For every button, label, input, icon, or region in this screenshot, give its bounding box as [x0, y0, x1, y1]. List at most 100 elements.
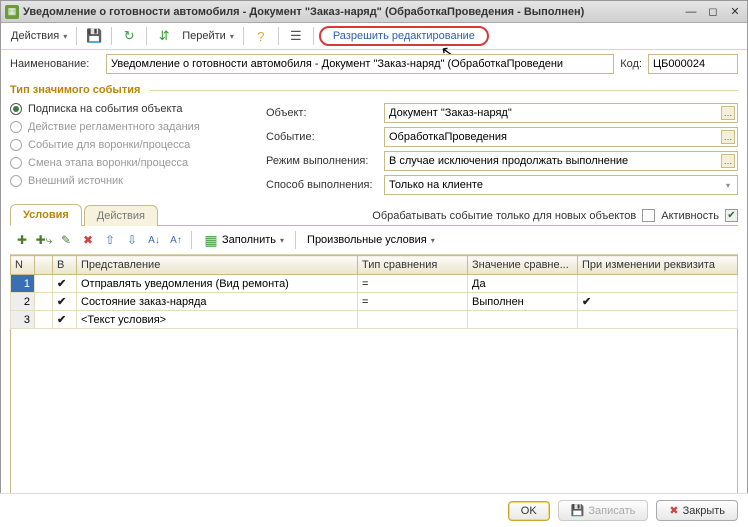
fill-menu[interactable]: ▦ Заполнить ▾ — [197, 230, 290, 250]
list-icon-button[interactable]: ☰ — [284, 26, 308, 46]
tab-actions[interactable]: Действия — [84, 205, 158, 226]
cell-cmp: = — [358, 293, 468, 311]
code-label: Код: — [620, 58, 642, 70]
object-select-button[interactable]: … — [721, 106, 735, 120]
actions-label: Действия — [11, 30, 59, 42]
toolbar: Действия ▾ 💾 ↻ ⇵ Перейти ▾ ? ☰ Разрешить… — [1, 23, 747, 50]
tab-label: Действия — [97, 210, 145, 222]
separator — [191, 231, 192, 249]
radio-label: Событие для воронки/процесса — [28, 139, 190, 151]
col-val[interactable]: Значение сравне... — [468, 256, 578, 275]
conditions-toolbar: ✚ ✚⤷ ✎ ✖ ⇧ ⇩ A↓ A↑ ▦ Заполнить ▾ Произво… — [10, 226, 738, 255]
radio-stage-change[interactable]: Смена этапа воронки/процесса — [10, 157, 262, 169]
allow-edit-button[interactable]: Разрешить редактирование ↖ — [319, 26, 489, 46]
refresh-icon-button[interactable]: ↻ — [117, 26, 141, 46]
cell-repr: Состояние заказ-наряда — [77, 293, 358, 311]
cell-onchange — [578, 275, 738, 293]
separator — [146, 27, 147, 45]
tab-conditions[interactable]: Условия — [10, 204, 82, 226]
edit-row-button[interactable]: ✎ — [56, 230, 76, 250]
code-field[interactable]: ЦБ000024 — [648, 54, 738, 74]
cell-blank — [35, 275, 53, 293]
cell-b: ✔ — [53, 275, 77, 293]
separator — [243, 27, 244, 45]
event-field[interactable]: ОбработкаПроведения … — [384, 127, 738, 147]
save-button[interactable]: 💾 Записать — [558, 500, 649, 521]
arbitrary-menu[interactable]: Произвольные условия ▾ — [301, 232, 441, 248]
cell-n: 1 — [11, 275, 35, 293]
cell-cmp — [358, 311, 468, 329]
close-window-button[interactable]: ✕ — [727, 5, 743, 19]
actions-menu[interactable]: Действия ▾ — [7, 28, 71, 44]
tab-label: Условия — [23, 209, 69, 221]
activity-checkbox[interactable]: ✔ — [725, 209, 738, 222]
conditions-grid[interactable]: N В Представление Тип сравнения Значение… — [10, 255, 738, 329]
app-icon: ▦ — [5, 5, 19, 19]
separator — [76, 27, 77, 45]
dropdown-icon: ▾ — [63, 32, 67, 41]
cell-val: Выполнен — [468, 293, 578, 311]
ok-button[interactable]: OK — [508, 501, 550, 521]
cell-blank — [35, 311, 53, 329]
close-button[interactable]: ✖ Закрыть — [656, 500, 738, 521]
hierarchy-icon-button[interactable]: ⇵ — [152, 26, 176, 46]
minimize-button[interactable]: — — [683, 5, 699, 19]
cell-blank — [35, 293, 53, 311]
separator — [278, 27, 279, 45]
col-b[interactable]: В — [53, 256, 77, 275]
table-row[interactable]: 1 ✔ Отправлять уведомления (Вид ремонта)… — [11, 275, 738, 293]
ok-label: OK — [521, 505, 537, 517]
help-icon-button[interactable]: ? — [249, 26, 273, 46]
maximize-button[interactable]: ◻ — [705, 5, 721, 19]
sort-asc-button[interactable]: A↓ — [144, 230, 164, 250]
allow-edit-label: Разрешить редактирование — [333, 30, 475, 42]
radio-label: Внешний источник — [28, 175, 123, 187]
col-onchange[interactable]: При изменении реквизита — [578, 256, 738, 275]
move-up-button[interactable]: ⇧ — [100, 230, 120, 250]
fill-icon: ▦ — [203, 232, 219, 248]
titlebar: ▦ Уведомление о готовности автомобиля - … — [1, 1, 747, 23]
radio-external-source[interactable]: Внешний источник — [10, 175, 262, 187]
add-row-button[interactable]: ✚ — [12, 230, 32, 250]
method-dropdown-button[interactable]: ▾ — [721, 178, 735, 192]
name-label: Наименование: — [10, 58, 100, 70]
col-repr[interactable]: Представление — [77, 256, 358, 275]
only-new-checkbox[interactable] — [642, 209, 655, 222]
radio-scheduled-action[interactable]: Действие регламентного задания — [10, 121, 262, 133]
method-field[interactable]: Только на клиенте ▾ — [384, 175, 738, 195]
name-value: Уведомление о готовности автомобиля - До… — [111, 58, 563, 70]
delete-row-button[interactable]: ✖ — [78, 230, 98, 250]
radio-label: Подписка на события объекта — [28, 103, 182, 115]
dropdown-icon: ▾ — [230, 32, 234, 41]
radio-funnel-event[interactable]: Событие для воронки/процесса — [10, 139, 262, 151]
radio-object-subscription[interactable]: Подписка на события объекта — [10, 103, 262, 115]
table-row[interactable]: 3 ✔ <Текст условия> — [11, 311, 738, 329]
close-label: Закрыть — [683, 505, 725, 517]
cell-b: ✔ — [53, 293, 77, 311]
dropdown-icon: ▾ — [280, 236, 284, 245]
col-blank[interactable] — [35, 256, 53, 275]
move-down-button[interactable]: ⇩ — [122, 230, 142, 250]
table-row[interactable]: 2 ✔ Состояние заказ-наряда = Выполнен ✔ — [11, 293, 738, 311]
mode-select-button[interactable]: … — [721, 154, 735, 168]
event-value: ОбработкаПроведения — [389, 131, 507, 143]
sort-desc-button[interactable]: A↑ — [166, 230, 186, 250]
add-child-button[interactable]: ✚⤷ — [34, 230, 54, 250]
only-new-label: Обрабатывать событие только для новых об… — [372, 210, 636, 222]
window-title: Уведомление о готовности автомобиля - До… — [23, 6, 683, 18]
grid-empty-area[interactable] — [10, 329, 738, 493]
go-menu[interactable]: Перейти ▾ — [178, 28, 238, 44]
cell-onchange: ✔ — [578, 293, 738, 311]
event-select-button[interactable]: … — [721, 130, 735, 144]
mode-field[interactable]: В случае исключения продолжать выполнени… — [384, 151, 738, 171]
object-field[interactable]: Документ "Заказ-наряд" … — [384, 103, 738, 123]
method-label: Способ выполнения: — [266, 179, 378, 191]
name-field[interactable]: Уведомление о готовности автомобиля - До… — [106, 54, 614, 74]
cell-cmp: = — [358, 275, 468, 293]
object-label: Объект: — [266, 107, 378, 119]
col-n[interactable]: N — [11, 256, 35, 275]
col-cmp[interactable]: Тип сравнения — [358, 256, 468, 275]
save-icon-button[interactable]: 💾 — [82, 26, 106, 46]
activity-label: Активность — [661, 210, 719, 222]
cell-val — [468, 311, 578, 329]
